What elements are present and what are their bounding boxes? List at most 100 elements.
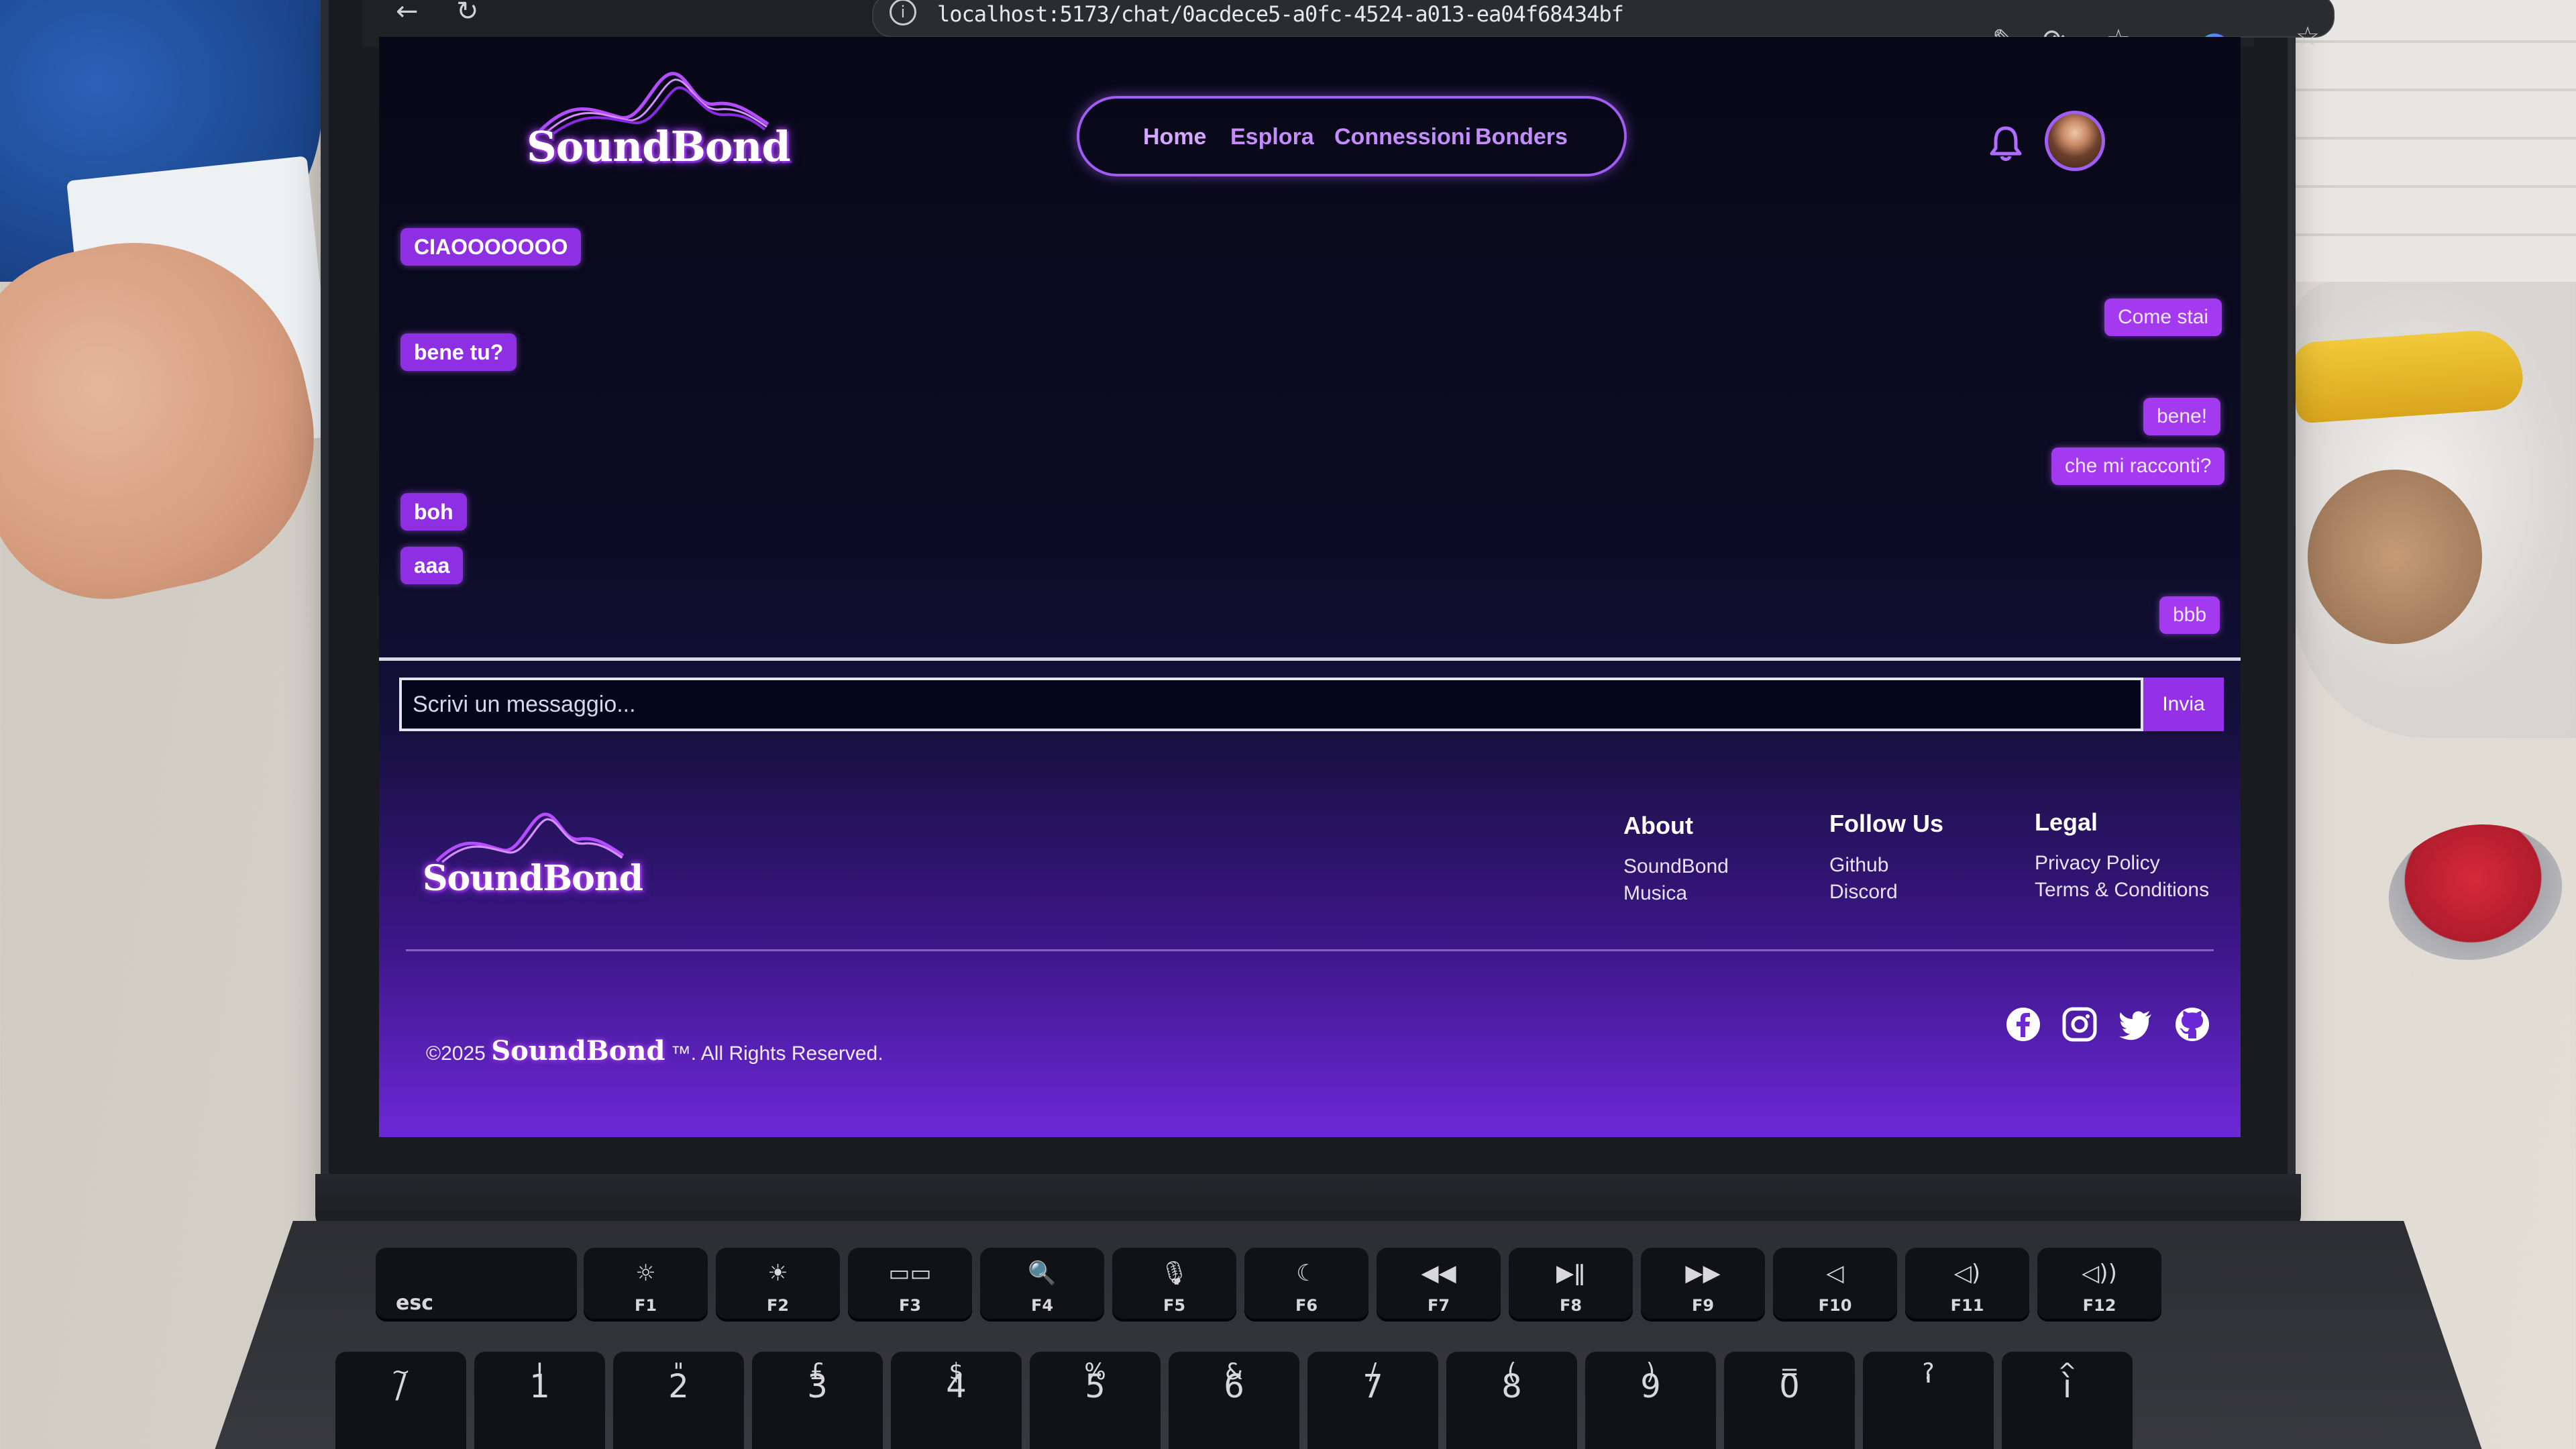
nav-link-esplora[interactable]: Esplora	[1230, 124, 1314, 150]
key-icon: ☾	[1296, 1260, 1317, 1287]
footer-about-title: About	[1623, 812, 1693, 839]
key-f8[interactable]: ▶ǁ F8	[1509, 1248, 1633, 1322]
chat-divider	[379, 657, 2241, 661]
message-sent: bbb	[2159, 596, 2220, 634]
key-f12[interactable]: ◁)) F12	[2037, 1248, 2161, 1322]
star-icon[interactable]: ☆	[2296, 21, 2320, 52]
key-icon: ▶ǁ	[1556, 1260, 1585, 1287]
key-symbol: 7	[1362, 1368, 1383, 1405]
key-label: F4	[1030, 1296, 1054, 1315]
facebook-icon[interactable]	[2005, 1006, 2041, 1042]
footer-link-terms[interactable]: Terms & Conditions	[2035, 879, 2209, 902]
instagram-icon[interactable]	[2061, 1006, 2098, 1042]
bell-icon[interactable]	[1989, 124, 2023, 163]
key-12[interactable]: ^ ì	[2002, 1352, 2133, 1449]
key-icon: ☼	[635, 1260, 656, 1287]
key-6[interactable]: & 6	[1169, 1352, 1299, 1449]
key-3[interactable]: £3	[752, 1352, 883, 1449]
key-esc[interactable]: esc	[376, 1248, 577, 1322]
nav-link-home[interactable]: Home	[1143, 124, 1206, 150]
key-symbol: 3	[807, 1368, 828, 1405]
key-icon: ◀◀	[1421, 1260, 1456, 1287]
key-icon: ◁)	[1953, 1260, 1981, 1287]
key-11[interactable]: ? '	[1863, 1352, 1994, 1449]
key-icon: ☀	[767, 1260, 788, 1287]
url-text[interactable]: localhost:5173/chat/0acdece5-a0fc-4524-a…	[937, 1, 1624, 27]
twitter-icon[interactable]	[2118, 1006, 2154, 1042]
footer-divider	[406, 949, 2214, 951]
footer-link-soundbond[interactable]: SoundBond	[1623, 855, 1729, 878]
key-f9[interactable]: ▶▶ F9	[1641, 1248, 1765, 1322]
key-1[interactable]: ! 1	[474, 1352, 605, 1449]
key-symbol: /	[395, 1368, 407, 1405]
laptop-keyboard: esc ☼ F1 ☀ F2 ▭▭ F3 🔍 F4 🎙 F5 ☾ F6 ◀◀ F7 ▶ǁ F8 ▶▶ F9 ◁ F10 ◁)…	[201, 1221, 2496, 1449]
key-symbol: 2	[668, 1368, 689, 1405]
key-2[interactable]: " 2	[613, 1352, 744, 1449]
key-f2[interactable]: ☀ F2	[716, 1248, 840, 1322]
key-8[interactable]: (8	[1446, 1352, 1577, 1449]
key-9[interactable]: ) 9	[1585, 1352, 1716, 1449]
footer-link-github[interactable]: Github	[1829, 854, 1888, 877]
message-input[interactable]	[399, 678, 2143, 731]
key-4[interactable]: $4	[891, 1352, 1022, 1449]
key-f5[interactable]: 🎙 F5	[1112, 1248, 1236, 1322]
key-icon: ◁))	[2082, 1260, 2117, 1287]
copyright-brand: SoundBond	[491, 1035, 665, 1067]
key-label: F1	[634, 1296, 657, 1315]
footer-link-musica[interactable]: Musica	[1623, 882, 1687, 905]
message-received: bene tu?	[400, 333, 517, 371]
footer-link-discord[interactable]: Discord	[1829, 881, 1898, 904]
key-symbol: ì	[2062, 1368, 2072, 1405]
key-label: F2	[766, 1296, 790, 1315]
background-bottle-cap	[2377, 810, 2573, 974]
key-label: F8	[1559, 1296, 1582, 1315]
key-10[interactable]: = 0	[1724, 1352, 1855, 1449]
avatar[interactable]	[2045, 111, 2105, 171]
key-label: esc	[396, 1291, 433, 1315]
background-wall-tiles	[2281, 0, 2576, 282]
key-f3[interactable]: ▭▭ F3	[848, 1248, 972, 1322]
send-button[interactable]: Invia	[2143, 678, 2224, 731]
key-f4[interactable]: 🔍 F4	[980, 1248, 1104, 1322]
web-page: SoundBond Home Esplora Connessioni Bonde…	[379, 37, 2241, 1137]
copyright: ©2025 SoundBond ™. All Rights Reserved.	[426, 1035, 883, 1067]
key-label: F11	[1950, 1296, 1984, 1315]
key-symbol: 8	[1501, 1368, 1522, 1405]
key-icon: ◁	[1826, 1260, 1844, 1287]
key-f1[interactable]: ☼ F1	[584, 1248, 708, 1322]
nav-link-bonders[interactable]: Bonders	[1475, 124, 1568, 150]
key-f11[interactable]: ◁) F11	[1905, 1248, 2029, 1322]
key-symbol: 6	[1224, 1368, 1244, 1405]
key-symbol: 4	[946, 1368, 967, 1405]
copyright-suffix: ™. All Rights Reserved.	[670, 1042, 883, 1065]
nav-link-connessioni[interactable]: Connessioni	[1334, 124, 1471, 150]
key-icon: 🔍	[1028, 1260, 1057, 1287]
key-label: F9	[1691, 1296, 1715, 1315]
message-sent: che mi racconti?	[2051, 447, 2225, 485]
key-label: F12	[2082, 1296, 2116, 1315]
reload-icon[interactable]: ↻	[456, 0, 479, 27]
key-0[interactable]: ~ /	[335, 1352, 466, 1449]
back-arrow-icon[interactable]: ←	[396, 0, 419, 27]
key-f7[interactable]: ◀◀ F7	[1377, 1248, 1501, 1322]
message-received: aaa	[400, 547, 464, 584]
key-7[interactable]: /7	[1307, 1352, 1438, 1449]
message-sent: Come stai	[2104, 299, 2222, 336]
key-symbol: 5	[1085, 1368, 1106, 1405]
key-label: F5	[1163, 1296, 1186, 1315]
footer-follow-title: Follow Us	[1829, 810, 1943, 837]
footer-logo[interactable]: SoundBond	[423, 812, 643, 899]
key-5[interactable]: % 5	[1030, 1352, 1161, 1449]
message-received: boh	[400, 493, 467, 531]
site-logo[interactable]: SoundBond	[527, 70, 791, 171]
github-icon[interactable]	[2174, 1006, 2210, 1042]
key-f6[interactable]: ☾ F6	[1244, 1248, 1368, 1322]
footer-link-privacy[interactable]: Privacy Policy	[2035, 852, 2160, 875]
background-walnuts	[2308, 470, 2482, 644]
background-banana	[2292, 327, 2525, 424]
key-icon: ▶▶	[1685, 1260, 1721, 1287]
info-icon[interactable]: i	[890, 0, 916, 25]
message-received: CIAOOOOOOO	[400, 228, 582, 266]
key-label: F6	[1295, 1296, 1318, 1315]
key-f10[interactable]: ◁ F10	[1773, 1248, 1897, 1322]
